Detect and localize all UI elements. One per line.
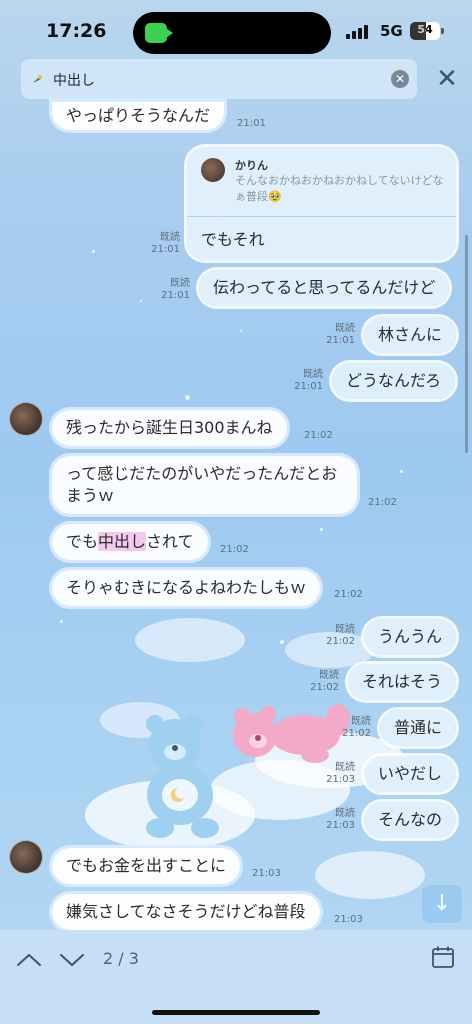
message-time: 21:01 <box>237 118 266 129</box>
message-bubble[interactable]: それはそう <box>348 664 457 700</box>
reply-text: でもそれ <box>201 230 265 249</box>
search-icon <box>33 75 42 83</box>
battery-icon: 54 <box>410 22 440 40</box>
read-receipt: 既読 21:01 <box>161 278 190 301</box>
search-navigation-bar: 2 / 3 <box>0 930 472 1024</box>
quoted-text: そんなおかねおかねおかねしてないけどなぁ普段🥹 <box>235 174 444 203</box>
network-type: 5G <box>380 22 403 40</box>
message-bubble[interactable]: 嫌気さしてなさそうだけどね普段 <box>52 894 320 930</box>
read-receipt: 既読 21:02 <box>310 670 339 693</box>
status-time: 17:26 <box>46 20 107 42</box>
message-time: 21:02 <box>220 544 249 555</box>
message-time: 21:02 <box>334 589 363 600</box>
result-pager: 2 / 3 <box>103 949 139 968</box>
quoted-sender: かりん <box>235 159 268 172</box>
reply-message-bubble[interactable]: かりん そんなおかねおかねおかねしてないけどなぁ普段🥹 でもそれ <box>187 147 456 260</box>
message-bubble[interactable]: 林さんに <box>364 317 457 353</box>
next-result-chevron-down-icon[interactable] <box>58 946 86 974</box>
message-bubble[interactable]: どうなんだろ <box>332 363 456 399</box>
read-receipt: 既読 21:02 <box>326 624 355 647</box>
previous-result-chevron-up-icon[interactable] <box>15 946 43 974</box>
read-receipt: 既読 21:03 <box>326 808 355 831</box>
facetime-indicator-icon <box>145 23 173 43</box>
battery-level: 54 <box>417 23 433 36</box>
message-bubble[interactable]: 残ったから誕生日300まんね <box>52 410 287 446</box>
avatar[interactable] <box>9 840 43 874</box>
dynamic-island <box>133 12 331 54</box>
read-receipt: 既読 21:03 <box>326 762 355 785</box>
search-field[interactable]: 中出し ✕ <box>21 59 417 99</box>
arrow-down-icon: ↓ <box>432 891 452 916</box>
message-bubble[interactable]: 伝わってると思ってるんだけど <box>199 270 450 306</box>
message-time: 21:02 <box>304 430 333 441</box>
message-bubble[interactable]: 普通に <box>380 710 457 746</box>
search-query[interactable]: 中出し <box>53 70 95 90</box>
message-time: 21:02 <box>368 497 397 508</box>
home-indicator <box>152 1010 320 1015</box>
message-bubble[interactable]: でもお金を出すことに <box>52 848 241 884</box>
avatar <box>201 158 225 182</box>
calendar-icon[interactable] <box>431 945 455 969</box>
clear-search-button[interactable]: ✕ <box>391 70 409 88</box>
message-bubble-highlighted[interactable]: でも中出しされて <box>52 524 208 560</box>
blue-bear <box>146 715 219 838</box>
close-icon[interactable]: ✕ <box>432 64 462 94</box>
divider <box>187 216 456 217</box>
read-receipt: 既読 21:01 <box>326 323 355 346</box>
message-bubble[interactable]: そりゃむきになるよねわたしもｗ <box>52 570 321 606</box>
scrollbar[interactable] <box>465 235 468 453</box>
message-bubble[interactable]: って感じだたのがいやだったんだとおまうｗ <box>52 456 357 514</box>
read-receipt: 既読 21:01 <box>151 232 180 255</box>
message-bubble[interactable]: やっぱりそうなんだ <box>52 102 225 130</box>
message-bubble[interactable]: そんなの <box>364 802 457 838</box>
read-receipt: 既読 21:02 <box>342 716 371 739</box>
read-receipt: 既読 21:01 <box>294 369 323 392</box>
message-bubble[interactable]: うんうん <box>364 619 457 655</box>
message-time: 21:03 <box>252 868 281 879</box>
search-highlight: 中出し <box>98 532 147 551</box>
message-time: 21:03 <box>334 914 363 925</box>
status-bar: 17:26 5G 54 <box>0 0 472 60</box>
scroll-to-bottom-button[interactable]: ↓ <box>422 885 462 923</box>
message-bubble[interactable]: いやだし <box>364 756 457 792</box>
avatar[interactable] <box>9 402 43 436</box>
signal-icon <box>346 24 372 39</box>
